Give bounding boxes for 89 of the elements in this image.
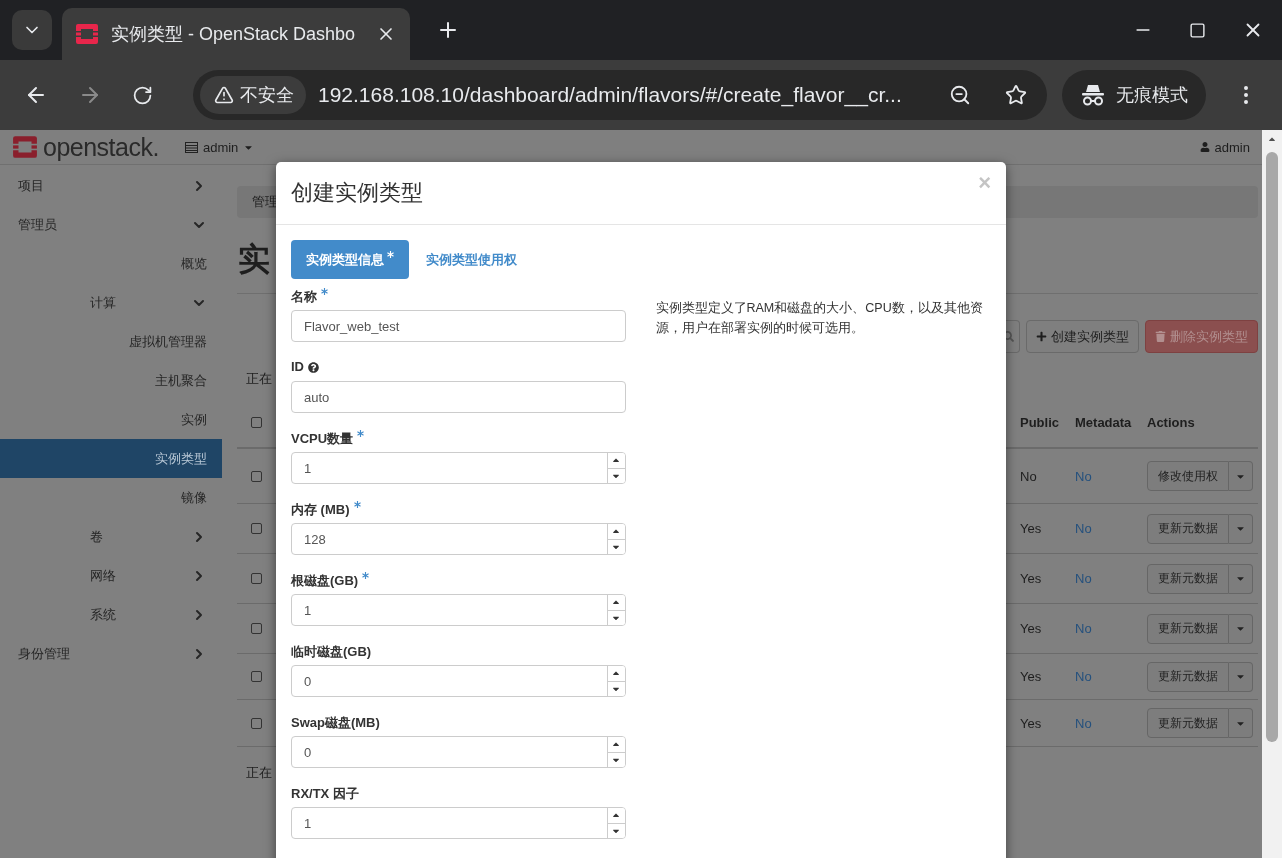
trash-icon (1155, 331, 1166, 342)
input-field[interactable]: Flavor_web_test (291, 310, 626, 342)
help-icon[interactable] (308, 362, 319, 373)
input-field[interactable]: auto (291, 381, 626, 413)
sidebar-group[interactable]: 管理员 (0, 205, 222, 244)
sidebar-item[interactable]: 实例类型 (0, 439, 222, 478)
increment-button[interactable] (607, 595, 625, 611)
summary-text: 正在 (246, 371, 272, 386)
required-icon (387, 251, 394, 258)
increment-button[interactable] (607, 737, 625, 753)
increment-button[interactable] (607, 808, 625, 824)
security-chip[interactable]: 不安全 (200, 76, 306, 114)
metadata-link[interactable]: No (1075, 669, 1092, 684)
row-checkbox[interactable] (251, 717, 262, 729)
sidebar-group[interactable]: 项目 (0, 166, 222, 205)
field-label: 临时磁盘(GB) (291, 643, 372, 661)
table-cell: Yes (1020, 669, 1042, 684)
field-label: RX/TX 因子 (291, 785, 359, 803)
number-field[interactable]: 0 (291, 665, 626, 697)
plus-icon (1036, 331, 1047, 342)
table-cell: Yes (1020, 521, 1042, 536)
row-action-button[interactable]: 修改使用权 (1147, 461, 1229, 491)
user-menu[interactable]: admin (1199, 139, 1250, 155)
sidebar-item[interactable]: 概览 (0, 244, 222, 283)
column-header: Metadata (1075, 414, 1132, 430)
warning-icon (214, 85, 234, 105)
table-cell: Yes (1020, 715, 1042, 731)
number-field[interactable]: 128 (291, 523, 626, 555)
number-field[interactable]: 1 (291, 594, 626, 626)
sidebar-group[interactable]: 计算 (0, 283, 222, 322)
sidebar-item[interactable]: 镜像 (0, 478, 222, 517)
row-checkbox[interactable] (251, 623, 262, 634)
increment-button[interactable] (607, 666, 625, 682)
dialog-tab[interactable]: 实例类型使用权 (411, 240, 532, 279)
table-icon (184, 141, 198, 153)
openstack-logo-icon (12, 134, 38, 160)
description-text: 实例类型定义了RAM和磁盘的大小、CPU数，以及其他资源，用户在部署实例的时候可选用。 (655, 300, 984, 337)
metadata-link[interactable]: No (1075, 715, 1092, 731)
table-cell: Yes (1020, 621, 1042, 636)
field-label: 根磁盘(GB) (291, 572, 359, 590)
table-cell: No (1020, 468, 1037, 484)
sidebar-item[interactable]: 实例 (0, 400, 222, 439)
row-checkbox[interactable] (251, 573, 262, 584)
browser-tab[interactable]: 实例类型 - OpenStack Dashbo (62, 8, 410, 60)
field-label: Swap磁盘(MB) (291, 714, 380, 732)
column-header: Public (1020, 414, 1059, 430)
create-button[interactable]: 创建实例类型 (1026, 320, 1139, 353)
scrollbar-thumb[interactable] (1266, 152, 1278, 742)
number-field[interactable]: 0 (291, 736, 626, 768)
row-checkbox[interactable] (251, 470, 262, 482)
metadata-link[interactable]: No (1075, 521, 1092, 536)
incognito-chip[interactable]: 无痕模式 (1062, 70, 1206, 120)
increment-button[interactable] (607, 524, 625, 540)
increment-button[interactable] (607, 453, 625, 469)
row-checkbox[interactable] (251, 523, 262, 534)
project-menu[interactable]: admin (184, 139, 255, 155)
user-icon (1199, 142, 1210, 152)
zoom-out-icon[interactable] (949, 84, 971, 106)
incognito-icon (1080, 84, 1106, 106)
number-field[interactable]: 1 (291, 807, 626, 839)
metadata-link[interactable]: No (1075, 468, 1092, 484)
number-field[interactable]: 1 (291, 452, 626, 484)
row-action-button[interactable]: 更新元数据 (1147, 563, 1229, 594)
row-checkbox[interactable] (251, 671, 262, 682)
sidebar-item[interactable]: 主机聚合 (0, 361, 222, 400)
field-label: ID (291, 359, 304, 374)
openstack-logo-icon (75, 22, 99, 46)
metadata-link[interactable]: No (1075, 571, 1092, 586)
row-action-button[interactable]: 更新元数据 (1147, 661, 1229, 692)
sidebar-group[interactable]: 系统 (0, 595, 222, 634)
column-header: Actions (1147, 414, 1195, 430)
sidebar-item[interactable]: 虚拟机管理器 (0, 322, 222, 361)
row-action-button[interactable]: 更新元数据 (1147, 613, 1229, 644)
logo-text: openstack. (43, 132, 159, 162)
field-label: VCPU数量 (291, 430, 354, 448)
table-cell: Yes (1020, 571, 1042, 586)
sidebar-group[interactable]: 身份管理 (0, 634, 222, 673)
address-bar[interactable]: 不安全 192.168.108.10/dashboard/admin/flavors/#/create_flavor__cr... (193, 70, 1047, 120)
sidebar-group[interactable]: 卷 (0, 517, 222, 556)
metadata-link[interactable]: No (1075, 621, 1092, 636)
field-label: 内存 (MB) (291, 501, 350, 519)
summary-text: 正在 (246, 765, 272, 780)
dialog-tab[interactable]: 实例类型信息 (291, 240, 409, 279)
star-icon[interactable] (1005, 84, 1027, 106)
select-all-checkbox[interactable] (251, 416, 262, 428)
sidebar-group[interactable]: 网络 (0, 556, 222, 595)
row-action-button[interactable]: 更新元数据 (1147, 708, 1229, 738)
row-action-button[interactable]: 更新元数据 (1147, 513, 1229, 544)
reload-icon[interactable] (132, 84, 153, 106)
